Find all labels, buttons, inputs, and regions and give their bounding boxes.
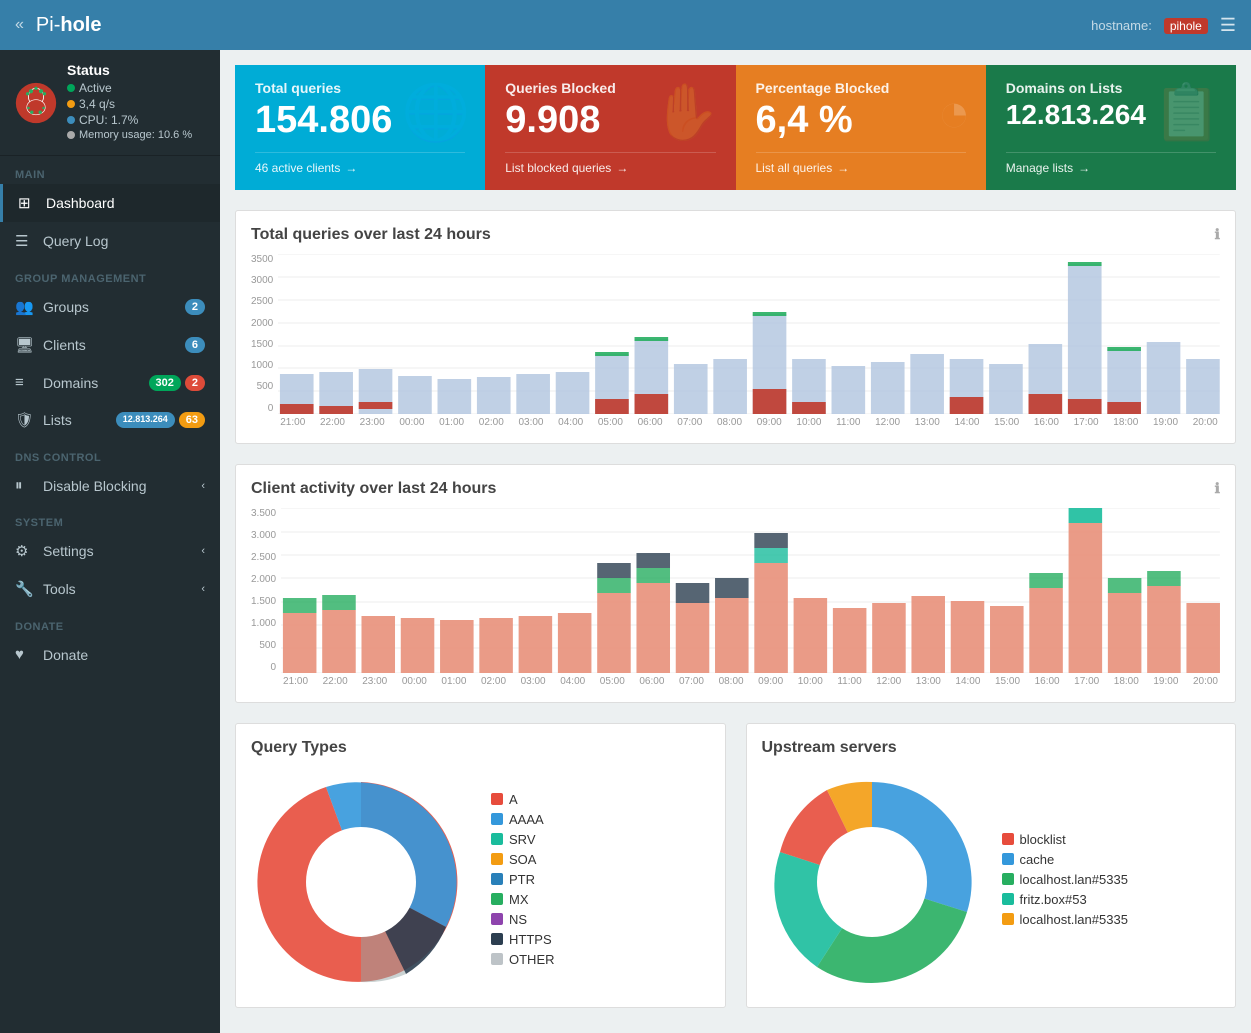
sidebar-section-donate: DONATE bbox=[0, 613, 220, 636]
sidebar-item-query-log[interactable]: ☰ Query Log bbox=[0, 222, 220, 260]
legend-localhost-5335b-color bbox=[1002, 913, 1014, 925]
sidebar-item-clients[interactable]: 🖥 Clients 6 bbox=[0, 326, 220, 364]
legend-fritz-color bbox=[1002, 893, 1014, 905]
legend-https-color bbox=[491, 933, 503, 945]
legend-other-color bbox=[491, 953, 503, 965]
topnav: « Pi‑hole hostname: pihole ☰ bbox=[0, 0, 1251, 50]
sidebar-section-system: SYSTEM bbox=[0, 509, 220, 532]
stat-card-queries-blocked: Queries Blocked 9.908 List blocked queri… bbox=[485, 65, 735, 190]
client-chart-info-icon: ℹ bbox=[1215, 480, 1220, 497]
lists-icon: 🛡 bbox=[15, 411, 33, 429]
legend-ns-color bbox=[491, 913, 503, 925]
sidebar-status: Status Active 3,4 q/s CPU: 1.7% Memory u… bbox=[0, 50, 220, 156]
legend-srv-color bbox=[491, 833, 503, 845]
stat-card-domains: Domains on Lists 12.813.264 Manage lists… bbox=[986, 65, 1236, 190]
stat-card-total-queries: Total queries 154.806 46 active clients … bbox=[235, 65, 485, 190]
tools-chevron: ‹ bbox=[201, 583, 205, 595]
queries-chart-info-icon: ℹ bbox=[1215, 226, 1220, 243]
sidebar-section-group: GROUP MANAGEMENT bbox=[0, 265, 220, 288]
domains-link[interactable]: Manage lists → bbox=[1006, 152, 1216, 175]
legend-mx-color bbox=[491, 893, 503, 905]
queries-chart-svg bbox=[278, 254, 1220, 414]
legend-a-color bbox=[491, 793, 503, 805]
lists-badge-blue: 12.813.264 bbox=[116, 412, 175, 428]
bottom-charts-row: Query Types A bbox=[235, 723, 1236, 1008]
arrow-right-icon-4: → bbox=[1078, 161, 1090, 175]
sidebar-item-groups[interactable]: 👥 Groups 2 bbox=[0, 288, 220, 326]
upstream-servers-card: Upstream servers bbox=[746, 723, 1237, 1008]
hostname-value: pihole bbox=[1164, 18, 1208, 33]
sidebar-item-lists[interactable]: 🛡 Lists 12.813.264 63 bbox=[0, 401, 220, 439]
sidebar-toggle-icon[interactable]: « bbox=[15, 16, 24, 34]
dashboard-icon: ⊞ bbox=[18, 194, 36, 212]
client-activity-chart-card: Client activity over last 24 hours ℹ 3.5… bbox=[235, 464, 1236, 703]
arrow-right-icon-2: → bbox=[616, 161, 628, 175]
groups-icon: 👥 bbox=[15, 298, 33, 316]
lists-badge-orange: 63 bbox=[179, 412, 205, 428]
legend-localhost-5335-color bbox=[1002, 873, 1014, 885]
upstream-servers-donut bbox=[762, 772, 982, 992]
client-chart-svg bbox=[281, 508, 1220, 673]
list-icon: 📋 bbox=[1153, 80, 1221, 145]
groups-badge: 2 bbox=[185, 299, 205, 315]
donate-icon: ♥ bbox=[15, 646, 33, 663]
sidebar-item-tools[interactable]: 🔧 Tools ‹ bbox=[0, 570, 220, 608]
settings-icon: ⚙ bbox=[15, 542, 33, 560]
arrow-right-icon-3: → bbox=[837, 161, 849, 175]
query-types-donut bbox=[251, 772, 471, 992]
sidebar-section-main: MAIN bbox=[0, 161, 220, 184]
status-info: Status Active 3,4 q/s CPU: 1.7% Memory u… bbox=[67, 62, 192, 143]
sidebar-item-disable-blocking[interactable]: ⏸ Disable Blocking ‹ bbox=[0, 467, 220, 504]
legend-ptr-color bbox=[491, 873, 503, 885]
upstream-servers-title: Upstream servers bbox=[762, 739, 1221, 757]
domains-icon: ≡ bbox=[15, 374, 33, 391]
disable-blocking-icon: ⏸ bbox=[15, 477, 33, 494]
sidebar: Status Active 3,4 q/s CPU: 1.7% Memory u… bbox=[0, 50, 220, 1033]
settings-chevron: ‹ bbox=[201, 545, 205, 557]
query-types-legend: A AAAA SRV SOA PTR MX NS HTTPS OTHER bbox=[491, 792, 555, 972]
legend-aaaa-color bbox=[491, 813, 503, 825]
total-queries-chart-card: Total queries over last 24 hours ℹ 35003… bbox=[235, 210, 1236, 444]
domains-badge-green: 302 bbox=[149, 375, 181, 391]
clients-icon: 🖥 bbox=[15, 336, 33, 354]
arrow-right-icon: → bbox=[345, 161, 357, 175]
queries-blocked-link[interactable]: List blocked queries → bbox=[505, 152, 715, 175]
sidebar-section-dns: DNS CONTROL bbox=[0, 444, 220, 467]
legend-blocklist-color bbox=[1002, 833, 1014, 845]
hand-icon: ✋ bbox=[652, 80, 720, 145]
stat-cards: Total queries 154.806 46 active clients … bbox=[235, 65, 1236, 190]
sidebar-item-settings[interactable]: ⚙ Settings ‹ bbox=[0, 532, 220, 570]
pie-chart-icon: ◔ bbox=[938, 80, 971, 144]
client-x-labels: 21:0022:0023:0000:0001:0002:0003:0004:00… bbox=[281, 676, 1220, 687]
legend-soa-color bbox=[491, 853, 503, 865]
queries-chart-title: Total queries over last 24 hours bbox=[251, 226, 491, 244]
total-queries-link[interactable]: 46 active clients → bbox=[255, 152, 465, 175]
y-axis-labels-queries: 3500300025002000150010005000 bbox=[251, 254, 278, 414]
stat-card-percentage: Percentage Blocked 6,4 % List all querie… bbox=[736, 65, 986, 190]
y-axis-labels-clients: 3.5003.0002.5002.0001.5001.0005000 bbox=[251, 508, 281, 673]
sidebar-item-dashboard[interactable]: ⊞ Dashboard bbox=[0, 184, 220, 222]
domains-badge-red: 2 bbox=[185, 375, 205, 391]
query-types-title: Query Types bbox=[251, 739, 710, 757]
percentage-link[interactable]: List all queries → bbox=[756, 152, 966, 175]
disable-blocking-chevron: ‹ bbox=[201, 480, 205, 492]
menu-icon[interactable]: ☰ bbox=[1220, 15, 1236, 36]
query-log-icon: ☰ bbox=[15, 232, 33, 250]
queries-x-labels: 21:0022:0023:0000:0001:0002:0003:0004:00… bbox=[278, 417, 1220, 428]
upstream-servers-legend: blocklist cache localhost.lan#5335 fritz… bbox=[1002, 832, 1128, 932]
query-types-card: Query Types A bbox=[235, 723, 726, 1008]
raspberry-pi-logo bbox=[15, 82, 57, 124]
app-logo: Pi‑hole bbox=[36, 14, 102, 37]
main-content: Total queries 154.806 46 active clients … bbox=[220, 50, 1251, 1033]
globe-icon: 🌐 bbox=[402, 80, 470, 145]
client-chart-title: Client activity over last 24 hours bbox=[251, 480, 496, 498]
clients-badge: 6 bbox=[185, 337, 205, 353]
hostname-label: hostname: bbox=[1091, 18, 1152, 33]
tools-icon: 🔧 bbox=[15, 580, 33, 598]
legend-cache-color bbox=[1002, 853, 1014, 865]
sidebar-item-domains[interactable]: ≡ Domains 302 2 bbox=[0, 364, 220, 401]
sidebar-item-donate[interactable]: ♥ Donate bbox=[0, 636, 220, 673]
